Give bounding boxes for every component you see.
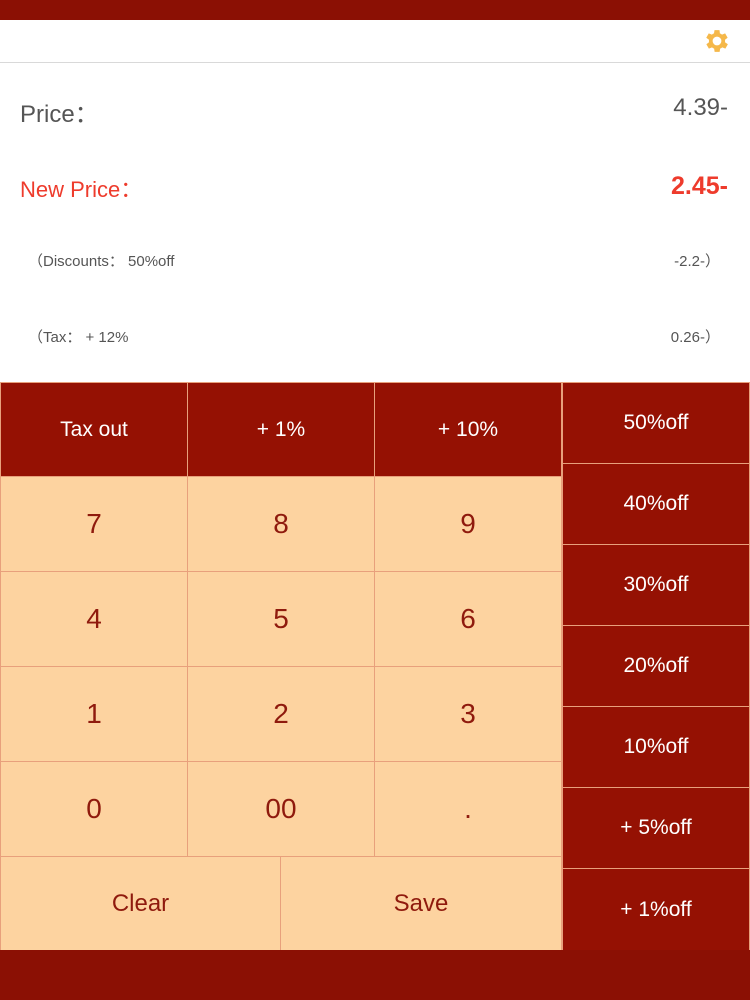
key-8[interactable]: 8 [188, 477, 374, 571]
status-bar [0, 0, 750, 20]
plus-10-percent-button[interactable]: + 10% [375, 383, 561, 476]
price-display: Price： 4.39- New Price： 2.45- （Discounts… [0, 64, 750, 382]
key-decimal[interactable]: . [375, 762, 561, 856]
plus-1-off-button[interactable]: + 1%off [563, 869, 749, 950]
gear-icon[interactable] [702, 26, 732, 56]
price-label: Price： [20, 101, 99, 128]
key-00[interactable]: 00 [188, 762, 374, 856]
key-0[interactable]: 0 [1, 762, 187, 856]
clear-button[interactable]: Clear [1, 857, 280, 950]
discount-value: -2.2-） [674, 253, 720, 270]
header-bar [0, 20, 750, 63]
discount-20-button[interactable]: 20%off [563, 626, 749, 706]
tax-out-button[interactable]: Tax out [1, 383, 187, 476]
save-button[interactable]: Save [281, 857, 561, 950]
new-price-label: New Price： [20, 177, 143, 202]
bottom-bar [0, 950, 750, 1000]
tax-value: 0.26-） [670, 329, 720, 346]
new-price-value: 2.45- [671, 172, 728, 200]
key-6[interactable]: 6 [375, 572, 561, 666]
plus-5-off-button[interactable]: + 5%off [563, 788, 749, 868]
key-2[interactable]: 2 [188, 667, 374, 761]
price-value: 4.39- [673, 94, 728, 121]
key-7[interactable]: 7 [1, 477, 187, 571]
discount-50-button[interactable]: 50%off [563, 383, 749, 463]
keypad: Tax out + 1% + 10% 7 8 9 4 5 6 1 2 3 0 0… [0, 382, 750, 950]
plus-1-percent-button[interactable]: + 1% [188, 383, 374, 476]
key-1[interactable]: 1 [1, 667, 187, 761]
discount-30-button[interactable]: 30%off [563, 545, 749, 625]
key-3[interactable]: 3 [375, 667, 561, 761]
discount-10-button[interactable]: 10%off [563, 707, 749, 787]
key-9[interactable]: 9 [375, 477, 561, 571]
key-5[interactable]: 5 [188, 572, 374, 666]
key-4[interactable]: 4 [1, 572, 187, 666]
discount-label: （Discounts： 50%off [28, 253, 175, 270]
tax-label: （Tax： + 12% [28, 329, 129, 346]
discount-40-button[interactable]: 40%off [563, 464, 749, 544]
